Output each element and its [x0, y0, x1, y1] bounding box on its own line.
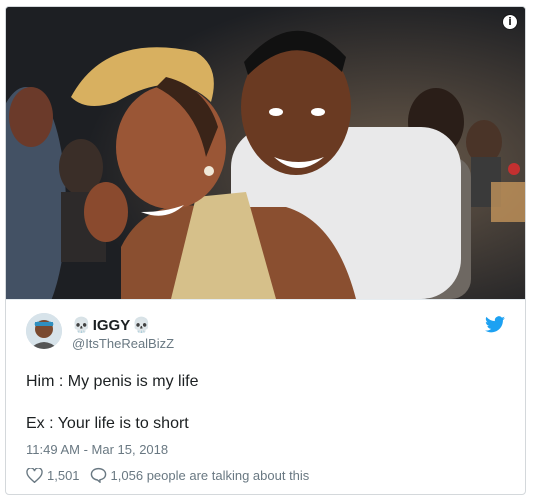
talking-count[interactable]: 1,056 people are talking about this — [111, 468, 310, 483]
author-name[interactable]: IGGY — [93, 317, 131, 334]
avatar-image — [26, 313, 62, 349]
tweet-actions: 1,501 1,056 people are talking about thi… — [26, 467, 309, 483]
tweet-timestamp[interactable]: 11:49 AM - Mar 15, 2018 — [26, 442, 168, 457]
twitter-bird-icon[interactable] — [485, 316, 505, 333]
skull-emoji-right: 💀 — [132, 316, 151, 334]
skull-emoji-left: 💀 — [72, 316, 91, 334]
info-icon[interactable]: i — [503, 15, 517, 29]
author-name-row[interactable]: 💀 IGGY 💀 — [72, 316, 151, 334]
tweet-text-line-1: Him : My penis is my life — [26, 373, 199, 390]
tweet-body: 💀 IGGY 💀 @ItsTheRealBizZ Him : My penis … — [6, 299, 525, 494]
author-handle[interactable]: @ItsTheRealBizZ — [72, 336, 174, 351]
tweet-text-line-2: Ex : Your life is to short — [26, 415, 189, 432]
photo-illustration — [6, 7, 525, 299]
speech-bubble-icon[interactable] — [90, 467, 107, 483]
avatar[interactable] — [26, 313, 62, 349]
tweet-card[interactable]: i 💀 IGGY 💀 @ItsTheRealBizZ Him : My peni… — [5, 6, 526, 495]
heart-icon[interactable] — [26, 467, 43, 483]
like-count[interactable]: 1,501 — [47, 468, 80, 483]
tweet-photo[interactable]: i — [6, 7, 525, 299]
